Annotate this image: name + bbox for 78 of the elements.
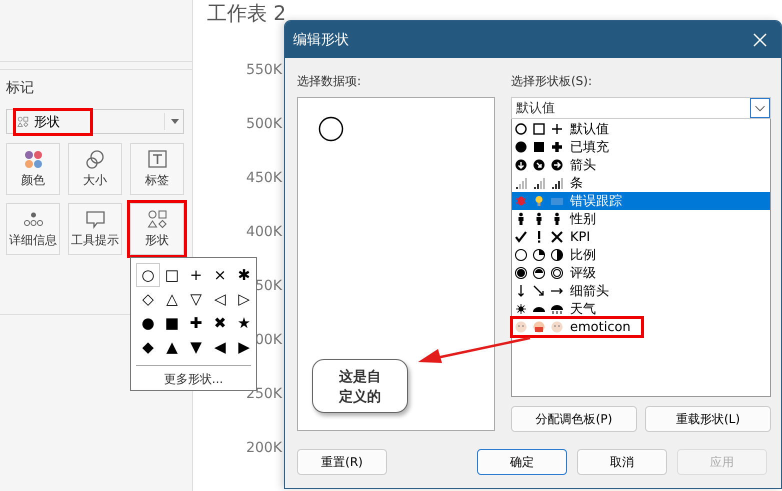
palette-dropdown[interactable]: 默认值 (511, 97, 771, 119)
shape-option[interactable]: + (184, 263, 208, 287)
close-icon[interactable] (753, 32, 767, 46)
palette-option[interactable]: KPI (512, 228, 770, 246)
shape-option[interactable]: ● (136, 311, 160, 335)
shape-option[interactable]: ○ (136, 263, 160, 287)
shape-option[interactable]: △ (160, 287, 184, 311)
mark-card[interactable]: 标签 (130, 143, 184, 195)
sheet-title: 工作表 2 (207, 1, 286, 25)
shape-option[interactable]: □ (160, 263, 184, 287)
shape-preview-drawing (514, 230, 564, 244)
shape-option[interactable]: ◇ (136, 287, 160, 311)
shape-option[interactable]: ■ (160, 311, 184, 335)
shape-preview-drawing (514, 302, 564, 316)
shape-preview-drawing (514, 320, 564, 334)
shape-preview-drawing (514, 266, 564, 280)
mark-card[interactable]: 形状 (130, 203, 184, 255)
shape-option[interactable]: ◆ (136, 335, 160, 359)
palette-option[interactable]: 性别 (512, 210, 770, 228)
shapes-icon (17, 116, 29, 128)
shape-preview-drawing (514, 140, 564, 154)
palette-option[interactable]: 比例 (512, 246, 770, 264)
mark-card[interactable]: 颜色 (6, 143, 60, 195)
axis-label: 50K (255, 278, 282, 294)
shape-option[interactable]: ▷ (232, 287, 256, 311)
data-items-label: 选择数据项: (297, 73, 362, 90)
size-icon (84, 149, 106, 170)
mark-card[interactable]: 大小 (68, 143, 122, 195)
shape-option[interactable]: ▶ (232, 335, 256, 359)
circle-icon[interactable] (318, 116, 344, 142)
shape-option[interactable]: ▽ (184, 287, 208, 311)
palette-option[interactable]: 箭头 (512, 156, 770, 174)
shape-preview-drawing (514, 122, 564, 136)
shape-icon (146, 209, 168, 230)
shape-option[interactable]: ✚ (184, 311, 208, 335)
palette-option[interactable]: 已填充 (512, 138, 770, 156)
palette-option[interactable]: 错误跟踪 (512, 192, 770, 210)
shape-option[interactable]: ◀ (208, 335, 232, 359)
shape-option[interactable]: × (208, 263, 232, 287)
palette-option[interactable]: 评级 (512, 264, 770, 282)
callout-note: 这是自定义的 (312, 359, 408, 413)
dialog-button[interactable]: 重置(R) (297, 449, 387, 475)
axis-label: 200K (246, 440, 282, 456)
marks-title: 标记 (6, 79, 35, 97)
shape-option[interactable]: ▲ (160, 335, 184, 359)
tooltip-icon (84, 209, 106, 230)
mark-type-value: 形状 (17, 112, 89, 132)
axis-label: 500K (246, 116, 282, 132)
label-icon (146, 149, 168, 170)
shape-option[interactable]: ◁ (208, 287, 232, 311)
palette-option[interactable]: emoticon (512, 318, 642, 336)
dialog-button[interactable]: 取消 (577, 449, 667, 475)
shape-preview-drawing (514, 176, 564, 190)
shape-option[interactable]: ✱ (232, 263, 256, 287)
color-icon (22, 149, 44, 170)
axis-label: 450K (246, 170, 282, 186)
shape-preview-drawing (514, 194, 564, 208)
palette-action-button[interactable]: 重载形状(L) (645, 406, 771, 432)
more-shapes-link[interactable]: 更多形状... (158, 370, 230, 389)
palette-option[interactable]: 细箭头 (512, 282, 770, 300)
palette-label: 选择形状板(S): (511, 73, 594, 90)
mark-card[interactable]: 工具提示 (68, 203, 122, 255)
palette-option[interactable]: 默认值 (512, 120, 770, 138)
shape-preview-drawing (514, 158, 564, 172)
mark-card[interactable]: 详细信息 (6, 203, 60, 255)
palette-option[interactable]: 天气 (512, 300, 770, 318)
shape-preview-drawing (514, 248, 564, 262)
mark-type-dropdown[interactable]: 形状 (6, 109, 184, 134)
shape-option[interactable]: ✖ (208, 311, 232, 335)
axis-label: 400K (246, 224, 282, 240)
palette-option[interactable]: 条 (512, 174, 770, 192)
shape-option[interactable]: ▼ (184, 335, 208, 359)
shape-option[interactable]: ★ (232, 311, 256, 335)
dialog-title: 编辑形状 (293, 30, 349, 48)
dialog-button[interactable]: 确定 (477, 449, 567, 475)
palette-action-button[interactable]: 分配调色板(P) (511, 406, 637, 432)
caret-icon (164, 113, 179, 130)
axis-label: 550K (246, 62, 282, 78)
